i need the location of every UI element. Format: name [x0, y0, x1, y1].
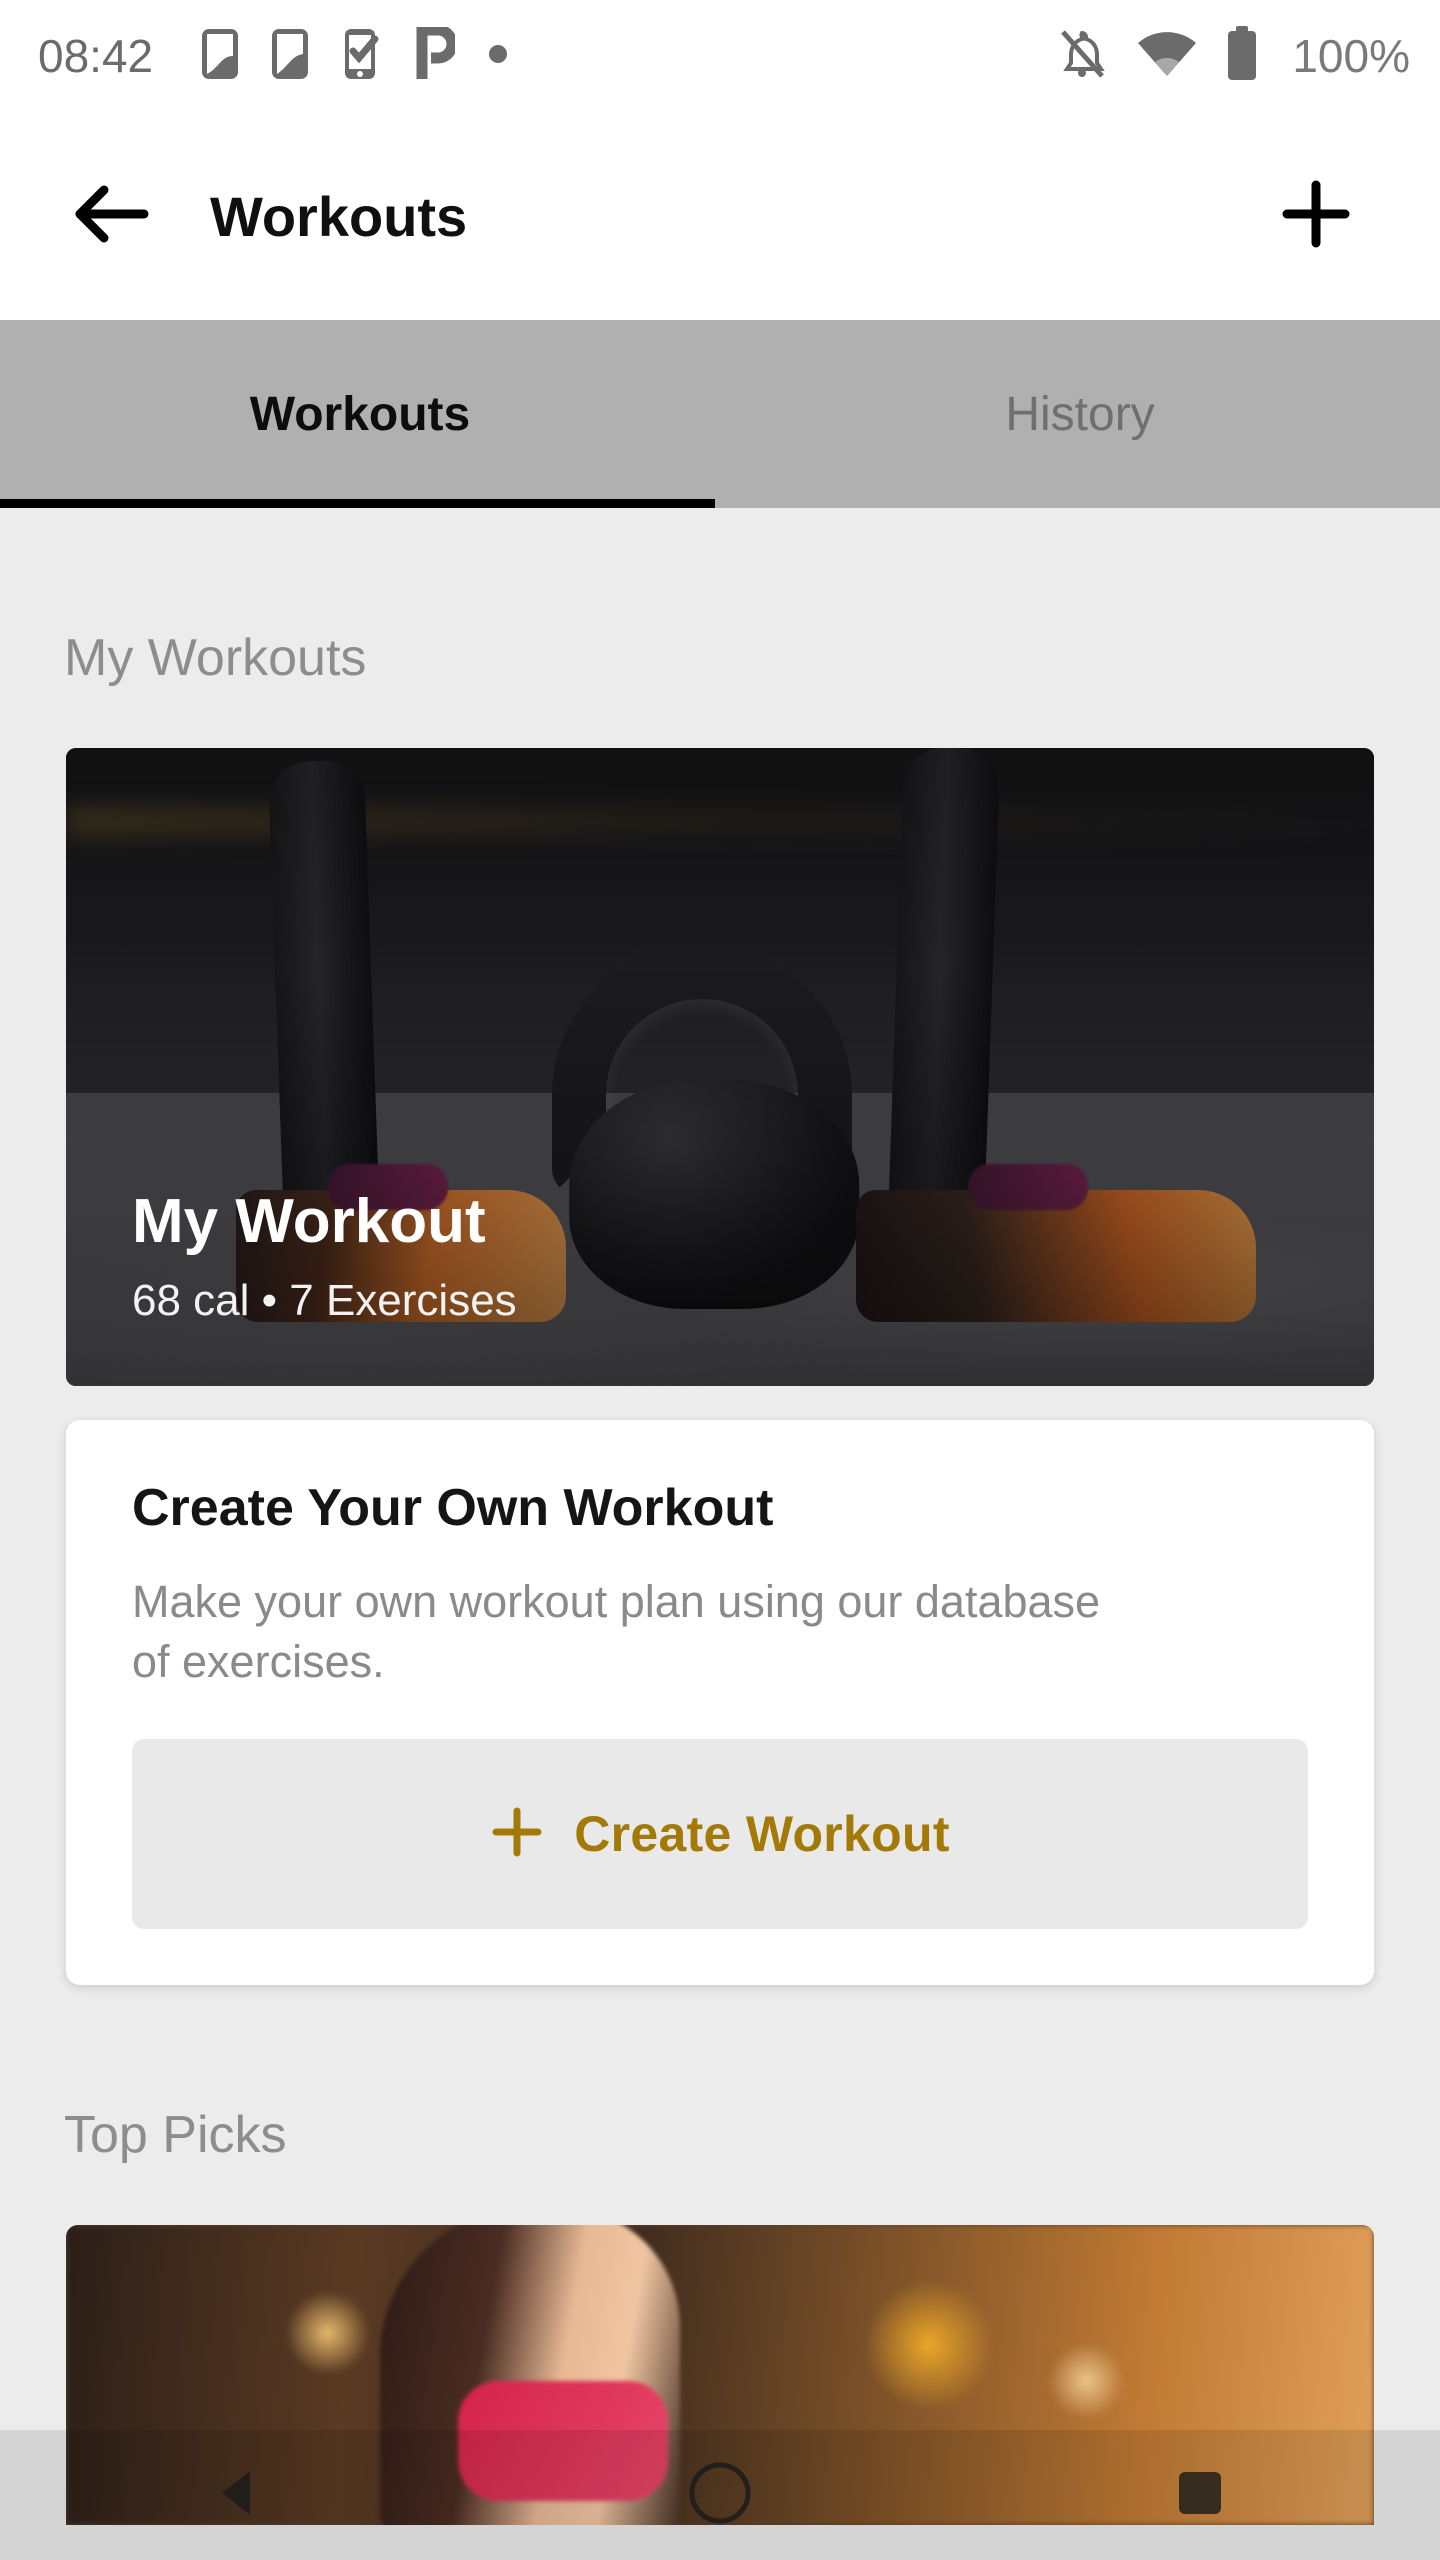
arrow-left-icon — [74, 183, 152, 250]
scroll-content[interactable]: My Workouts My Workout 68 cal • 7 Exerci… — [0, 508, 1440, 2560]
device-transfer-icon — [201, 28, 239, 85]
plus-icon — [1279, 177, 1353, 256]
status-bar-clock: 08:42 — [38, 30, 154, 82]
my-workout-title: My Workout — [132, 1187, 486, 1257]
battery-full-icon — [1224, 25, 1260, 87]
square-recents-icon — [1173, 2466, 1227, 2525]
status-bar-right-icons: 100% — [1054, 25, 1410, 87]
create-workout-title: Create Your Own Workout — [132, 1479, 774, 1537]
tab-bar: Workouts History — [0, 320, 1440, 508]
my-workout-card[interactable]: My Workout 68 cal • 7 Exercises — [66, 748, 1374, 1386]
phone-checkmark-icon — [341, 27, 383, 86]
p-glyph-icon — [415, 24, 458, 86]
android-nav-bar — [0, 2430, 1440, 2560]
nav-recents-button[interactable] — [1140, 2435, 1260, 2555]
my-workout-text-block: My Workout 68 cal • 7 Exercises — [132, 1187, 517, 1326]
triangle-back-icon — [212, 2465, 268, 2526]
back-button[interactable] — [58, 161, 168, 271]
app-bar: Workouts — [0, 112, 1440, 320]
create-workout-description: Make your own workout plan using our dat… — [132, 1576, 1101, 1688]
wifi-icon — [1136, 28, 1198, 85]
circle-home-icon — [687, 2460, 753, 2531]
tab-workouts-label: Workouts — [249, 387, 471, 441]
status-bar: 08:42 100% — [0, 0, 1440, 112]
dot-icon — [487, 43, 509, 70]
add-workout-button[interactable] — [1268, 168, 1364, 264]
status-bar-left-icons — [201, 24, 509, 86]
plus-icon — [490, 1805, 544, 1862]
nav-home-button[interactable] — [660, 2435, 780, 2555]
section-heading-my-workouts: My Workouts — [64, 629, 367, 687]
notifications-off-icon — [1054, 26, 1110, 87]
tab-history-label: History — [1005, 387, 1155, 441]
page-title: Workouts — [210, 184, 468, 248]
battery-percent-label: 100% — [1292, 30, 1410, 82]
section-heading-top-picks: Top Picks — [64, 2105, 287, 2164]
tab-active-indicator — [0, 499, 715, 508]
my-workout-subtitle: 68 cal • 7 Exercises — [132, 1276, 517, 1325]
phone-screen: 08:42 100% Workouts Workouts History My … — [0, 0, 1440, 2560]
create-workout-card: Create Your Own Workout Make your own wo… — [66, 1420, 1374, 1985]
tab-history[interactable]: History — [720, 320, 1440, 508]
nav-back-button[interactable] — [180, 2435, 300, 2555]
create-workout-button-label: Create Workout — [574, 1805, 950, 1862]
device-transfer-icon — [271, 28, 309, 85]
tab-workouts[interactable]: Workouts — [0, 320, 720, 508]
create-workout-button[interactable]: Create Workout — [132, 1738, 1308, 1929]
